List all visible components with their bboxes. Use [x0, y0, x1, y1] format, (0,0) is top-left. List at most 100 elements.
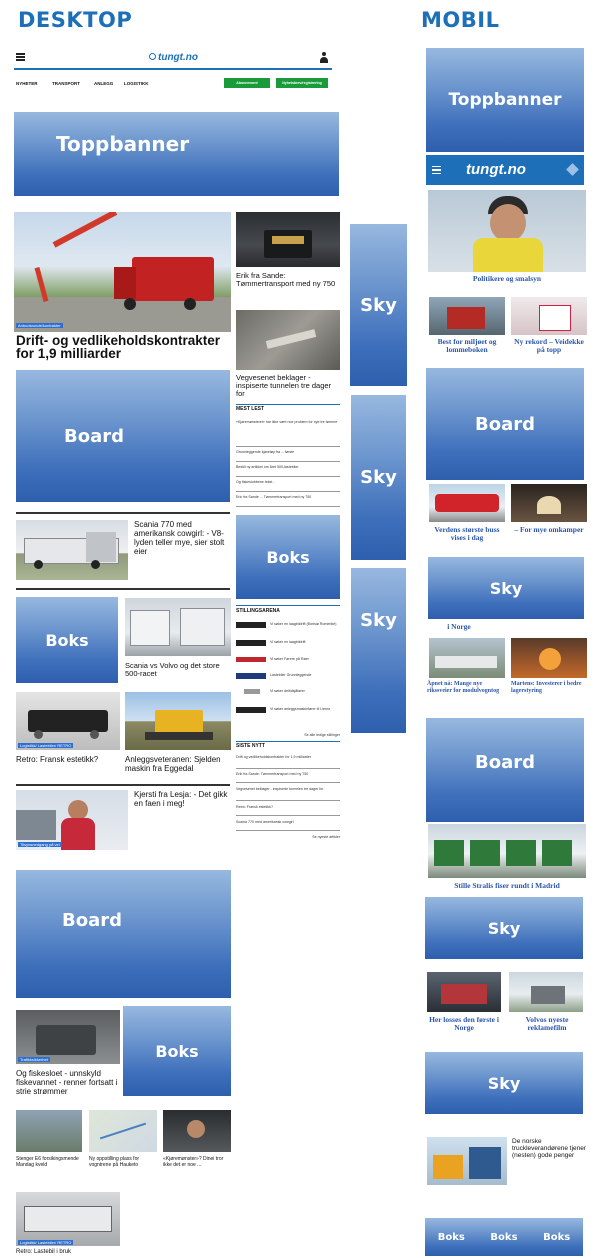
mobile-board-ad-2[interactable]: Board	[426, 718, 584, 822]
mobile-title-martens[interactable]: Martens: Investerer i bedre lagerstyring	[511, 681, 589, 694]
diamond-icon[interactable]	[566, 163, 579, 176]
mobile-title-buss[interactable]: Verdens største buss vises i dag	[429, 526, 505, 542]
article-image-e6[interactable]	[16, 1110, 82, 1152]
mobile-image-losses[interactable]	[427, 972, 501, 1012]
desktop-boks-ad-3[interactable]: Boks	[123, 1006, 231, 1096]
mobile-image-truck[interactable]	[427, 1137, 507, 1185]
siste-more-link[interactable]: Se nyeste artikler	[284, 835, 340, 839]
article-title-map[interactable]: Ny oppstilling plass for vogntrene på Ha…	[89, 1156, 157, 1168]
subscribe-button[interactable]: Abonnement	[224, 78, 270, 88]
mest-lest-item[interactable]: Grunnleggende kjøretøy fra ... første	[236, 450, 340, 454]
article-title-volvo[interactable]: Scania vs Volvo og det store 500-racet	[125, 662, 231, 678]
mobile-image-volvo-film[interactable]	[509, 972, 583, 1012]
siste-item[interactable]: Erik fra Sande: Tømmertransport med ny 7…	[236, 772, 340, 776]
article-image-kjoremonster[interactable]	[163, 1110, 231, 1152]
mest-lest-item[interactable]: Eric fra Sande ... Tømmertransport med n…	[236, 495, 340, 499]
mobile-boks-ad-row[interactable]: Boks Boks Boks	[425, 1218, 583, 1256]
stilling-item[interactable]: Lastebiler Grunnleggende	[270, 673, 340, 677]
article-image-volvo[interactable]	[125, 598, 231, 656]
siste-item[interactable]: Vegvesenet beklager - inspiserte tunnele…	[236, 787, 340, 791]
desktop-boks-ad-2[interactable]: Boks	[16, 597, 118, 683]
mobile-hero-image[interactable]	[428, 190, 586, 272]
stilling-item[interactable]: Vi søker en laagbildrift	[270, 640, 340, 644]
article-image-kjersti[interactable]	[16, 790, 128, 850]
desktop-sky-ad-1[interactable]: Sky	[350, 224, 407, 386]
hero-title[interactable]: Drift- og vedlikeholdskontrakter for 1,9…	[16, 334, 238, 361]
divider	[236, 446, 340, 447]
mobile-toppbanner-ad[interactable]: Toppbanner	[426, 48, 584, 152]
user-icon[interactable]	[320, 52, 328, 64]
mobile-image-buss[interactable]	[429, 484, 505, 522]
desktop-sky-ad-2[interactable]: Sky	[351, 395, 406, 560]
desktop-board-ad-1[interactable]: Board	[16, 370, 230, 502]
article-title-last[interactable]: Retro: Lastebil i bruk	[16, 1249, 120, 1256]
article-title-retro[interactable]: Retro: Fransk estetikk?	[16, 755, 120, 764]
site-logo[interactable]: tungt.no	[149, 52, 198, 63]
mobile-sky-ad-1[interactable]: Sky	[428, 557, 584, 619]
article-image-fiskeslo[interactable]	[16, 1010, 120, 1064]
nav-nyheter[interactable]: NYHETER	[16, 81, 38, 86]
desktop-heading: DESKTOP	[18, 8, 133, 32]
article-title-fiskeslo[interactable]: Og fiskesloet - unnskyld fiskevannet - r…	[16, 1069, 126, 1096]
siste-item[interactable]: Drift og vedlikeholdskontrakter for 1,9 …	[236, 755, 340, 759]
mobile-image-rekord[interactable]	[511, 297, 587, 335]
stilling-item[interactable]: Vi søker deltidsjåfører	[270, 689, 340, 693]
article-image-tunnel[interactable]	[236, 310, 340, 370]
mobile-title-truck[interactable]: De norske truckleverandørene tjener (nes…	[512, 1138, 587, 1159]
mobile-title-losses[interactable]: Her losses den første i Norge	[427, 1016, 501, 1032]
divider	[236, 782, 340, 783]
mobile-title-miljo[interactable]: Best for miljøet og lommeboken	[429, 338, 505, 354]
nav-anlegg[interactable]: ANLEGG	[94, 81, 113, 86]
mobile-snippet[interactable]: i Norge	[429, 623, 489, 631]
siste-item[interactable]: Retro: Fransk estetikk?	[236, 805, 340, 809]
article-title-erik[interactable]: Erik fra Sande: Tømmertransport med ny 7…	[236, 272, 340, 288]
article-title-veteran[interactable]: Anleggsveteranen: Sjelden maskin fra Egg…	[125, 755, 235, 773]
stilling-item[interactable]: Vi søker Førere på Røer	[270, 657, 340, 661]
mobile-image-miljo[interactable]	[429, 297, 505, 335]
article-title-scania[interactable]: Scania 770 med amerikansk cowgirl: - V8-…	[134, 520, 234, 556]
ad-label: Sky	[487, 1073, 521, 1093]
article-image-map[interactable]	[89, 1110, 157, 1152]
nav-logistikk[interactable]: LOGISTIKK	[124, 81, 149, 86]
stilling-item[interactable]: Vi søker en laagbildrift (Borisiø Romeri…	[270, 622, 340, 626]
desktop-boks-ad-1[interactable]: Boks	[236, 515, 340, 599]
mobile-logo[interactable]: tungt.no	[466, 161, 526, 178]
mest-lest-item[interactable]: Og fiskeslobbene tekst ..	[236, 480, 340, 484]
siste-item[interactable]: Scania 770 med amerikansk cowgirl	[236, 820, 340, 824]
mobile-sky-ad-3[interactable]: Sky	[425, 1052, 583, 1114]
mest-lest-item[interactable]: «Kjøremønsteret» har ikke vært noe probl…	[236, 420, 340, 429]
mest-lest-item[interactable]: Bestill ny artikkel om året 500-lastebil…	[236, 465, 340, 469]
desktop-board-ad-2[interactable]: Board	[16, 870, 231, 998]
article-title-e6[interactable]: Stenger E6 forsikingsmende Mandag kveld	[16, 1156, 82, 1168]
mobile-title-rekord[interactable]: Ny rekord – Veidekke på topp	[511, 338, 587, 354]
hamburger-icon[interactable]	[432, 166, 441, 174]
mobile-image-stralis[interactable]	[428, 824, 586, 878]
stilling-more-link[interactable]: Se alle ledige stillinger	[284, 733, 340, 737]
stilling-item[interactable]: Vi søker anleggsmaskinfører til Lierne	[270, 707, 340, 711]
mobile-sky-ad-2[interactable]: Sky	[425, 897, 583, 959]
mobile-title-volvo-film[interactable]: Volvos nyeste reklamefilm	[509, 1016, 585, 1032]
article-image-scania[interactable]	[16, 520, 128, 580]
mobile-image-omkamper[interactable]	[511, 484, 587, 522]
article-image-veteran[interactable]	[125, 692, 231, 750]
article-title-kjersti[interactable]: Kjersti fra Lesja: - Det gikk en faen i …	[134, 790, 234, 808]
mobile-board-ad-1[interactable]: Board	[426, 368, 584, 480]
nav-transport[interactable]: TRANSPORT	[52, 81, 80, 86]
desktop-toppbanner-ad[interactable]: Toppbanner	[14, 112, 339, 196]
mobile-hero-title[interactable]: Politikere og smalsyn	[428, 275, 586, 283]
mobile-image-martens[interactable]	[511, 638, 587, 678]
mobile-image-riksveier[interactable]	[429, 638, 505, 678]
hamburger-icon[interactable]	[16, 53, 25, 61]
article-image-retro[interactable]	[16, 692, 120, 750]
ad-label: Board	[475, 752, 535, 773]
article-image-erik[interactable]	[236, 212, 340, 267]
newsletter-button[interactable]: Nyhetsbrev/registrering	[276, 78, 328, 88]
hero-image[interactable]	[14, 212, 231, 332]
article-title-kjoremonster[interactable]: «Kjøremønster»? Dinei tror ikke det er n…	[163, 1156, 233, 1168]
article-title-tunnel[interactable]: Vegvesenet beklager - inspiserte tunnele…	[236, 374, 340, 398]
mobile-title-riksveier[interactable]: Åpnet nå: Mange nye rikssveier for modul…	[427, 681, 507, 694]
mobile-title-stralis[interactable]: Stille Stralis fiser rundt i Madrid	[428, 882, 586, 890]
desktop-sky-ad-3[interactable]: Sky	[351, 568, 406, 733]
article-image-last[interactable]	[16, 1192, 120, 1246]
mobile-title-omkamper[interactable]: – For mye omkamper	[511, 526, 587, 534]
